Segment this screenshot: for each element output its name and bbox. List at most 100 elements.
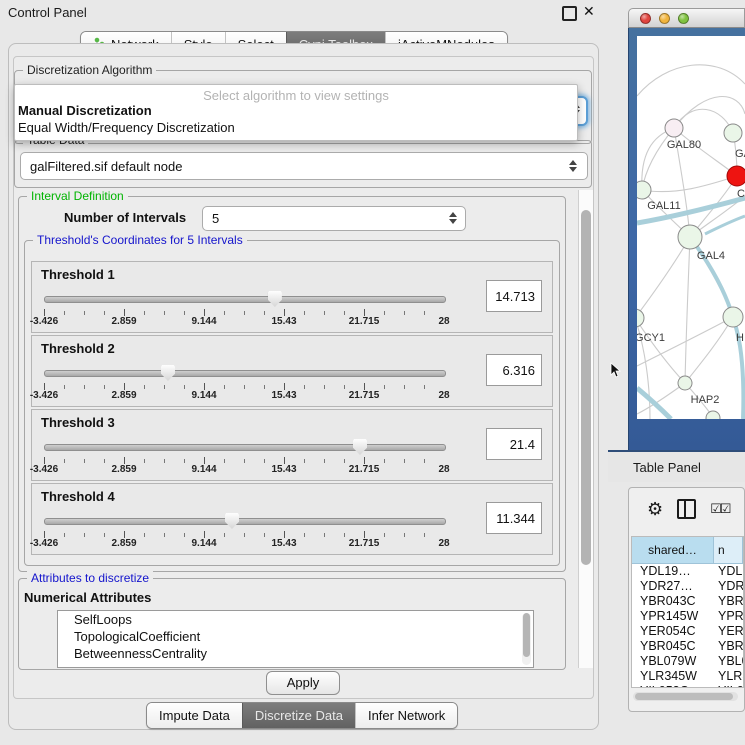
scale-label: 21.715 — [349, 464, 380, 475]
discretization-algorithm-group-title: Discretization Algorithm — [23, 63, 156, 77]
attribute-list-item[interactable]: TopologicalCoefficient — [58, 628, 533, 645]
table-panel-title: Table Panel — [608, 460, 701, 475]
node-label: GAL11 — [647, 200, 680, 212]
threshold-label: Threshold 4 — [41, 489, 115, 504]
threshold-slider[interactable]: -3.4262.8599.14415.4321.71528 — [44, 512, 444, 550]
scale-label: 15.43 — [271, 464, 296, 475]
bottom-tab-infer-network[interactable]: Infer Network — [355, 703, 457, 728]
cell-shared-name: YPR145W — [632, 609, 714, 624]
network-node[interactable] — [637, 181, 651, 199]
scale-label: -3.426 — [30, 538, 58, 549]
table-row[interactable]: YLR345WYLR3 — [632, 669, 743, 684]
slider-thumb[interactable] — [268, 291, 282, 307]
threshold-row: Threshold 1-3.4262.8599.14415.4321.71528… — [31, 261, 553, 333]
bottom-tab-discretize-data[interactable]: Discretize Data — [242, 703, 355, 728]
scale-label: 21.715 — [349, 390, 380, 401]
node-label: HAP2 — [691, 394, 720, 406]
mouse-cursor — [610, 362, 622, 378]
scale-label: -3.426 — [30, 464, 58, 475]
table-data-combo-value: galFiltered.sif default node — [21, 159, 182, 174]
table-row[interactable]: YDL19…YDL1 — [632, 564, 743, 579]
mac-close-light-icon[interactable] — [640, 13, 651, 24]
cell-name: YDR2 — [714, 579, 743, 594]
network-canvas[interactable]: GAL80GACGAL11GAL4GCY1HHAP2 — [637, 36, 745, 419]
number-of-intervals-label: Number of Intervals — [64, 210, 186, 225]
column-header-name[interactable]: n — [714, 537, 743, 563]
threshold-value-field[interactable]: 21.4 — [486, 428, 542, 460]
table-row[interactable]: YBR043CYBR0 — [632, 594, 743, 609]
table-row[interactable]: YBL079WYBL0 — [632, 654, 743, 669]
network-window-titlebar[interactable] — [628, 8, 745, 28]
number-of-intervals-value: 5 — [203, 211, 219, 226]
cell-shared-name: YBL079W — [632, 654, 714, 669]
node-table[interactable]: shared… n YDL19…YDL1YDR27…YDR2YBR043CYBR… — [631, 536, 744, 688]
cell-name: YPR1 — [714, 609, 743, 624]
slider-ticks — [44, 457, 444, 464]
scale-label: 15.43 — [271, 316, 296, 327]
numerical-attributes-list[interactable]: SelfLoopsTopologicalCoefficientBetweenne… — [57, 610, 534, 668]
table-row[interactable]: YER054CYER0 — [632, 624, 743, 639]
table-rows: YDL19…YDL1YDR27…YDR2YBR043CYBR0YPR145WYP… — [632, 564, 743, 688]
network-node[interactable] — [637, 309, 644, 327]
cell-shared-name: YDR27… — [632, 579, 714, 594]
panel-vertical-scrollbar[interactable] — [578, 190, 593, 668]
network-node[interactable] — [727, 166, 745, 186]
network-node[interactable] — [723, 307, 743, 327]
table-panel-toolbar: ⚙ ☑☑ — [629, 496, 744, 522]
threshold-row: Threshold 4 -3.4262.8599.14415.4321.71528… — [31, 483, 553, 555]
split-columns-icon[interactable] — [677, 499, 696, 519]
node-label: C — [737, 188, 745, 200]
cell-shared-name: YER054C — [632, 624, 714, 639]
cell-name: YDL1 — [714, 564, 743, 579]
slider-thumb[interactable] — [353, 439, 367, 455]
table-horizontal-scrollbar[interactable] — [633, 692, 738, 701]
network-node[interactable] — [665, 119, 683, 137]
cell-name: YIL0 — [714, 684, 743, 688]
gear-icon[interactable]: ⚙ — [647, 500, 663, 518]
table-row[interactable]: YIL052CYIL0 — [632, 684, 743, 688]
attribute-list-item[interactable]: SelfLoops — [58, 611, 533, 628]
table-row[interactable]: YBR045CYBR0 — [632, 639, 743, 654]
algorithm-option-manual[interactable]: Manual Discretization — [18, 103, 152, 118]
network-node[interactable] — [678, 376, 692, 390]
threshold-slider[interactable]: -3.4262.8599.14415.4321.71528 — [44, 290, 444, 328]
number-of-intervals-combo[interactable]: 5 — [202, 206, 466, 231]
list-scrollbar[interactable] — [522, 613, 531, 665]
threshold-value-field[interactable]: 14.713 — [486, 280, 542, 312]
network-node[interactable] — [706, 411, 720, 419]
attribute-list-item[interactable]: BetweennessCentrality — [58, 645, 533, 662]
table-row[interactable]: YDR27…YDR2 — [632, 579, 743, 594]
slider-thumb[interactable] — [225, 513, 239, 529]
scale-label: 21.715 — [349, 316, 380, 327]
cell-name: YBR0 — [714, 594, 743, 609]
apply-button[interactable]: Apply — [266, 671, 340, 695]
checkbox-checked-icon[interactable]: ☑☑ — [710, 501, 729, 517]
table-data-combo[interactable]: galFiltered.sif default node — [20, 152, 588, 180]
network-node[interactable] — [678, 225, 702, 249]
cell-name: YBL0 — [714, 654, 743, 669]
node-label: GAL4 — [697, 250, 725, 262]
slider-thumb[interactable] — [161, 365, 175, 381]
threshold-value-field[interactable]: 6.316 — [486, 354, 542, 386]
bottom-tab-impute-data[interactable]: Impute Data — [147, 703, 242, 728]
bottom-tab-label: Discretize Data — [255, 708, 343, 723]
scale-label: -3.426 — [30, 316, 58, 327]
combo-spinner-icon — [449, 212, 457, 224]
float-window-icon[interactable] — [562, 6, 577, 21]
threshold-value-field[interactable]: 11.344 — [486, 502, 542, 534]
algorithm-option-equal-width[interactable]: Equal Width/Frequency Discretization — [18, 120, 235, 135]
network-node[interactable] — [724, 124, 742, 142]
mac-zoom-light-icon[interactable] — [678, 13, 689, 24]
screen: Control Panel ✕ NetworkStyleSelectCyni T… — [0, 0, 745, 745]
cell-shared-name: YLR345W — [632, 669, 714, 684]
attributes-group-title: Attributes to discretize — [27, 571, 153, 585]
mac-minimize-light-icon[interactable] — [659, 13, 670, 24]
close-icon[interactable]: ✕ — [583, 3, 595, 20]
node-label: H — [736, 332, 744, 344]
column-header-shared-name[interactable]: shared… — [632, 537, 714, 563]
scale-label: 2.859 — [111, 538, 136, 549]
control-panel-titlebar: Control Panel — [0, 0, 608, 24]
table-row[interactable]: YPR145WYPR1 — [632, 609, 743, 624]
threshold-slider[interactable]: -3.4262.8599.14415.4321.71528 — [44, 438, 444, 476]
threshold-slider[interactable]: -3.4262.8599.14415.4321.71528 — [44, 364, 444, 402]
